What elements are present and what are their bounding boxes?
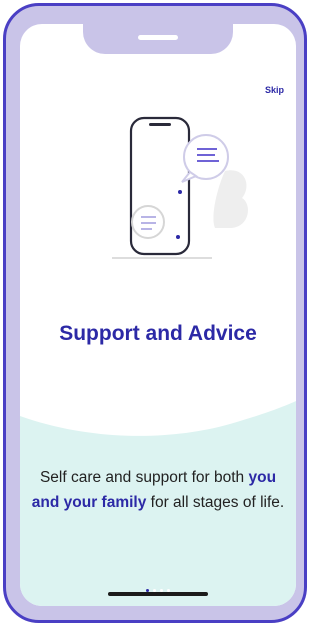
phone-frame: Skip Support and Advice Self care and su…: [3, 3, 307, 623]
home-indicator: [108, 592, 208, 596]
slide-description: Self care and support for both you and y…: [28, 465, 288, 515]
dot-icon: [176, 235, 180, 239]
shadow-shape: [213, 170, 248, 228]
phone-chat-illustration: [112, 116, 248, 259]
phone-notch: [83, 24, 233, 54]
description-text-end: for all stages of life.: [150, 494, 285, 511]
onboarding-screen: Skip Support and Advice Self care and su…: [20, 24, 296, 606]
phone-notch-icon: [149, 123, 171, 126]
page-title: Support and Advice: [59, 322, 257, 345]
dot-icon: [178, 190, 182, 194]
description-text: Self care and support for both: [39, 469, 245, 486]
